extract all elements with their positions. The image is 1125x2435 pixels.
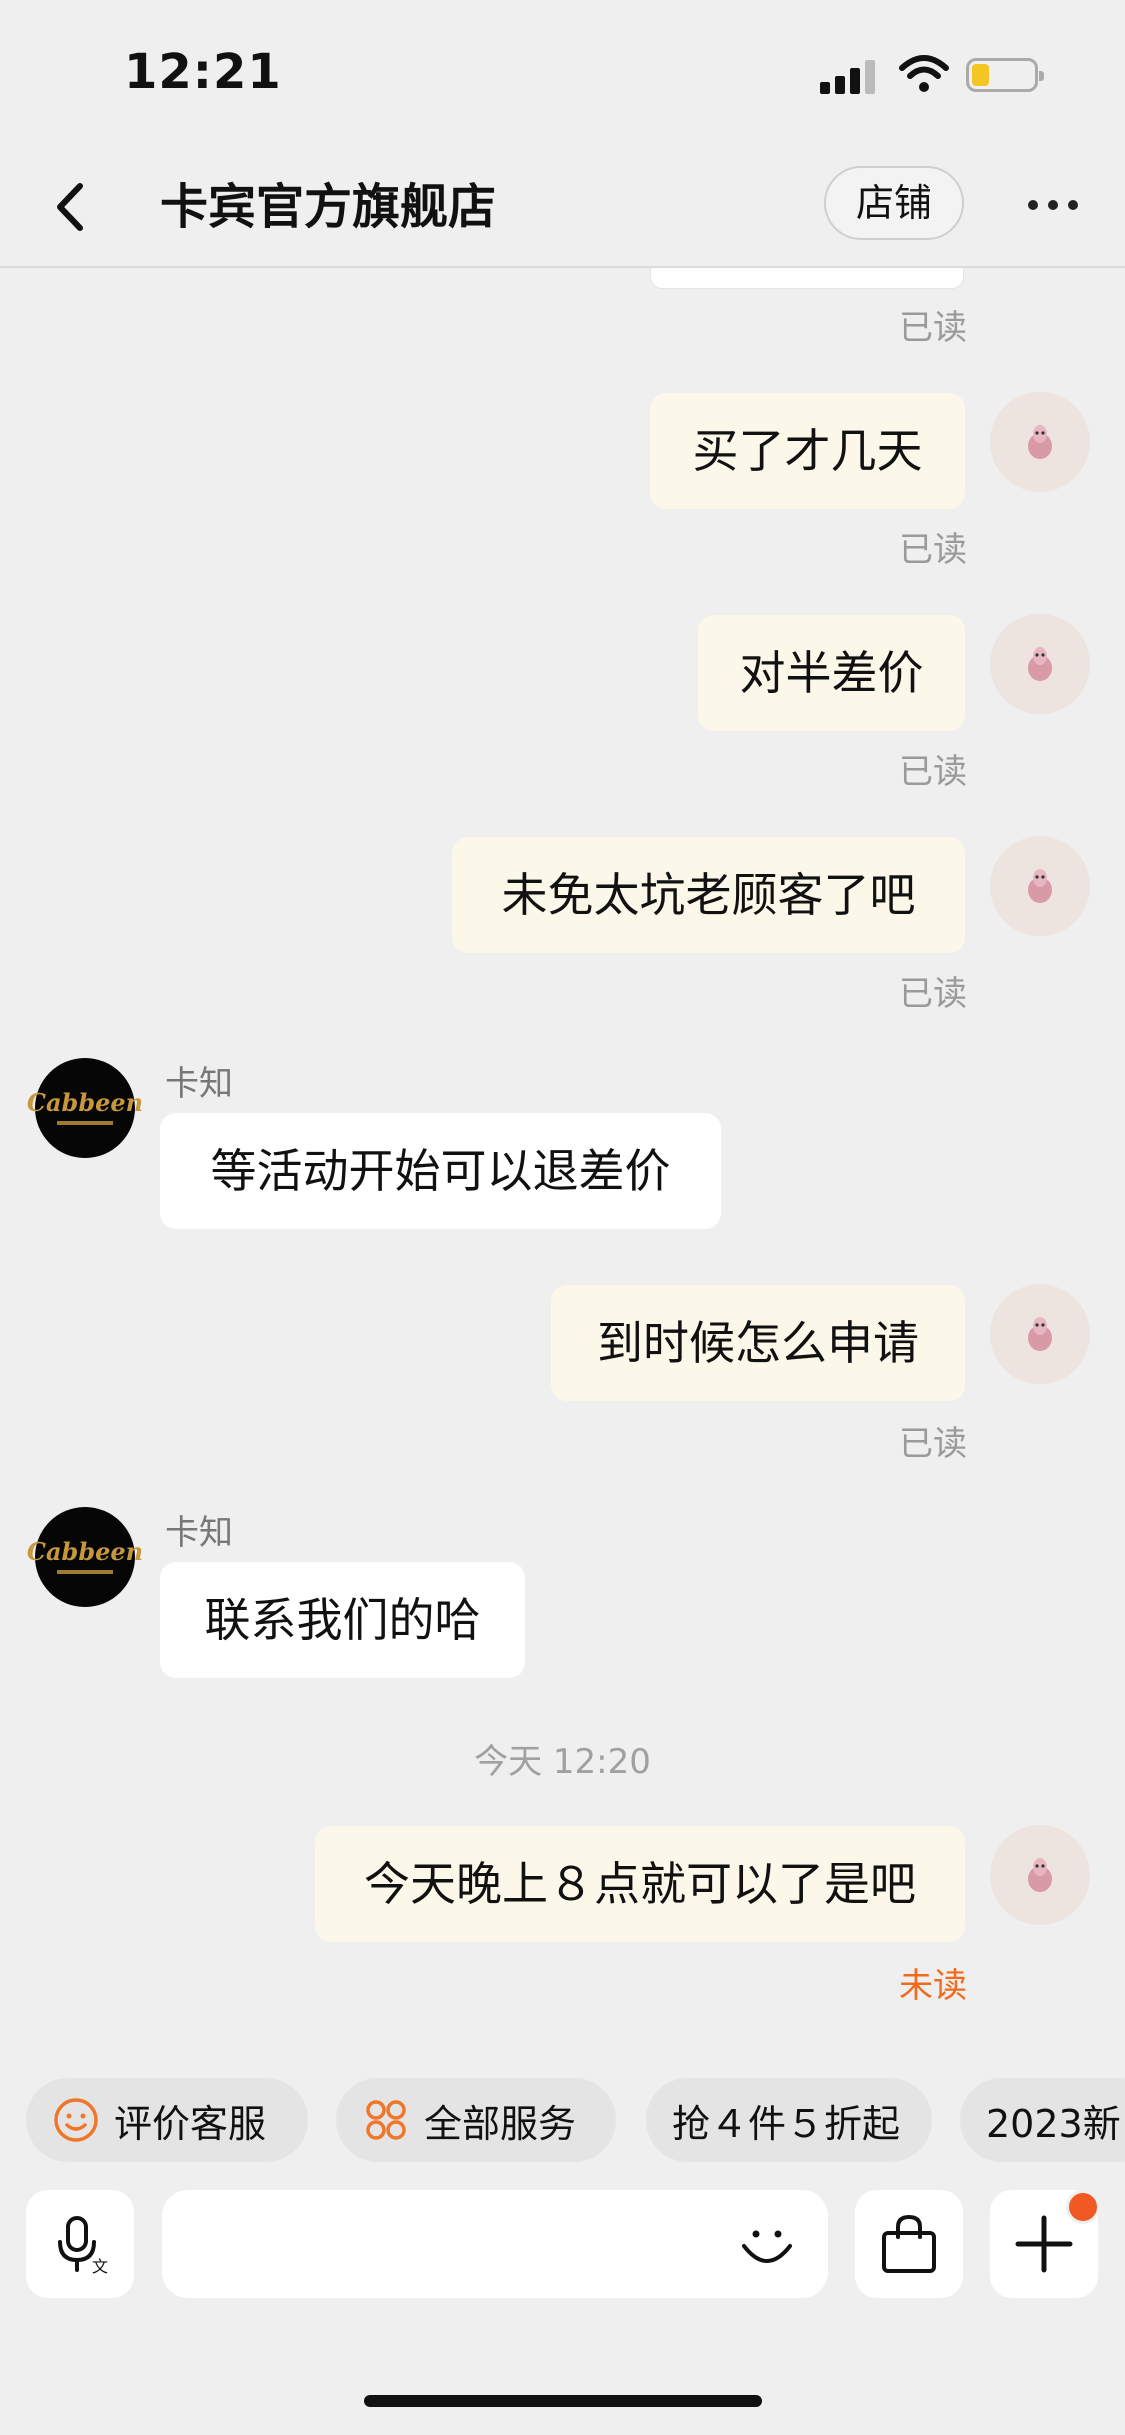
wifi-icon (899, 55, 949, 92)
signal-icon (820, 58, 878, 94)
my-avatar[interactable] (990, 392, 1090, 492)
brand-logo: Cabbeen (26, 1088, 144, 1117)
smile-icon (54, 2098, 98, 2142)
back-button[interactable] (38, 172, 108, 242)
battery-fill (972, 64, 989, 86)
shop-button[interactable]: 店铺 (824, 166, 964, 240)
user-avatar-icon (1028, 1317, 1052, 1351)
outgoing-message[interactable]: 今天晚上８点就可以了是吧 (315, 1826, 965, 1942)
grid-icon (366, 2100, 406, 2140)
shop-avatar[interactable]: Cabbeen (27, 1507, 143, 1607)
read-receipt: 已读 (899, 530, 967, 570)
emoji-icon[interactable] (736, 2214, 798, 2276)
my-avatar[interactable] (990, 614, 1090, 714)
read-receipt: 已读 (899, 752, 967, 792)
brand-logo-subtext (57, 1121, 113, 1125)
chat-messages[interactable]: 已读 买了才几天 已读 对半差价 已读 未免太坑老顾客了吧 已读 Cabbeen… (0, 268, 1125, 2068)
read-receipt: 已读 (899, 308, 967, 348)
voice-input-button[interactable]: 文 (26, 2190, 134, 2298)
brand-logo-subtext (57, 1570, 113, 1574)
shopping-bag-button[interactable] (855, 2190, 963, 2298)
my-avatar[interactable] (990, 1825, 1090, 1925)
my-avatar[interactable] (990, 1284, 1090, 1384)
sender-name: 卡知 (165, 1513, 233, 1553)
outgoing-message[interactable]: 到时候怎么申请 (551, 1285, 965, 1401)
read-receipt: 已读 (899, 974, 967, 1014)
user-avatar-icon (1028, 425, 1052, 459)
user-avatar-icon (1028, 869, 1052, 903)
shop-avatar[interactable]: Cabbeen (27, 1058, 143, 1158)
notification-dot (1066, 2190, 1100, 2224)
my-avatar[interactable] (990, 836, 1090, 936)
battery-icon (966, 58, 1044, 92)
chip-label: 2023新 (986, 2101, 1121, 2146)
rate-service-chip[interactable]: 评价客服 (26, 2078, 308, 2162)
unread-receipt: 未读 (899, 1966, 967, 2006)
outgoing-message[interactable]: 对半差价 (698, 615, 965, 731)
new-2023-chip[interactable]: 2023新 (960, 2078, 1125, 2162)
read-receipt: 已读 (899, 1424, 967, 1464)
svg-text:文: 文 (92, 2257, 108, 2276)
outgoing-message[interactable]: 买了才几天 (650, 393, 965, 509)
user-avatar-icon (1028, 1858, 1052, 1892)
home-indicator[interactable] (364, 2395, 762, 2407)
status-time: 12:21 (124, 44, 282, 100)
brand-logo: Cabbeen (26, 1537, 144, 1566)
message-input-box[interactable] (162, 2190, 828, 2300)
input-bar: 文 (0, 2190, 1125, 2300)
incoming-message[interactable]: 联系我们的哈 (160, 1562, 525, 1678)
microphone-icon: 文 (58, 2216, 108, 2276)
promo-chip[interactable]: 抢４件５折起 (646, 2078, 932, 2162)
user-avatar-icon (1028, 647, 1052, 681)
outgoing-message[interactable]: 未免太坑老顾客了吧 (452, 837, 965, 953)
sender-name: 卡知 (165, 1064, 233, 1104)
chip-label: 评价客服 (114, 2101, 267, 2146)
message-input[interactable] (188, 2190, 712, 2300)
quick-actions-bar: 评价客服 全部服务 抢４件５折起 2023新 (0, 2078, 1125, 2164)
status-bar: 12:21 (0, 0, 1125, 150)
previous-message-card[interactable] (650, 268, 964, 289)
time-divider: 今天 12:20 (474, 1742, 651, 1782)
status-icons (820, 52, 1050, 98)
chat-header: 卡宾官方旗舰店 店铺 (0, 150, 1125, 268)
shopping-bag-icon (882, 2214, 936, 2273)
chip-label: 抢４件５折起 (672, 2101, 901, 2146)
all-services-chip[interactable]: 全部服务 (336, 2078, 616, 2162)
page-title: 卡宾官方旗舰店 (160, 179, 497, 235)
incoming-message[interactable]: 等活动开始可以退差价 (160, 1113, 721, 1229)
more-tools-button[interactable] (990, 2190, 1100, 2298)
plus-icon (1015, 2215, 1073, 2273)
chip-label: 全部服务 (424, 2101, 577, 2146)
more-options-button[interactable] (1018, 180, 1088, 230)
